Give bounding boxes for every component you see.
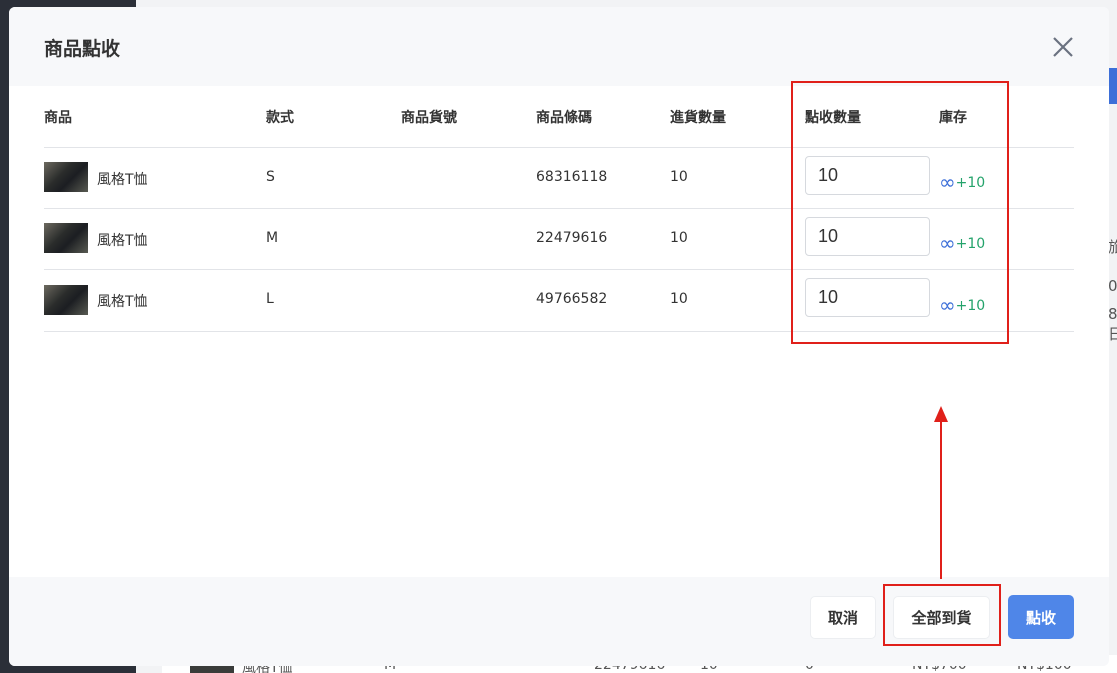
product-barcode: 68316118 [536,169,608,185]
modal-header: 商品點收 [9,7,1109,86]
annotation-highlight-box [883,584,1001,646]
column-header-product: 商品 [44,110,72,126]
product-style: S [266,169,275,185]
confirm-receive-button[interactable]: 點收 [1008,595,1074,639]
background-text: 0 [1108,277,1117,295]
product-name: 風格T恤 [97,294,148,310]
product-barcode: 49766582 [536,291,608,307]
product-name: 風格T恤 [97,233,148,249]
column-header-barcode: 商品條碼 [536,110,592,126]
product-name: 風格T恤 [97,172,148,188]
product-style: M [266,230,279,246]
annotation-arrow [940,418,942,579]
annotation-highlight-box [791,81,1009,344]
product-thumbnail [44,285,88,315]
product-barcode: 22479616 [536,230,608,246]
annotation-arrow-head [934,406,948,422]
product-thumbnail [44,223,88,253]
incoming-qty: 10 [670,291,688,307]
close-icon[interactable] [1050,34,1076,60]
incoming-qty: 10 [670,230,688,246]
background-text: 8日 [1108,305,1117,343]
column-header-product-no: 商品貨號 [401,110,457,126]
modal-title: 商品點收 [44,38,121,60]
background-badge [1109,68,1117,104]
column-header-style: 款式 [266,110,294,126]
column-header-incoming-qty: 進貨數量 [670,110,726,126]
product-style: L [266,291,274,307]
product-thumbnail [44,162,88,192]
incoming-qty: 10 [670,169,688,185]
cancel-button[interactable]: 取消 [810,596,876,639]
background-text: 旅 [1108,238,1117,256]
